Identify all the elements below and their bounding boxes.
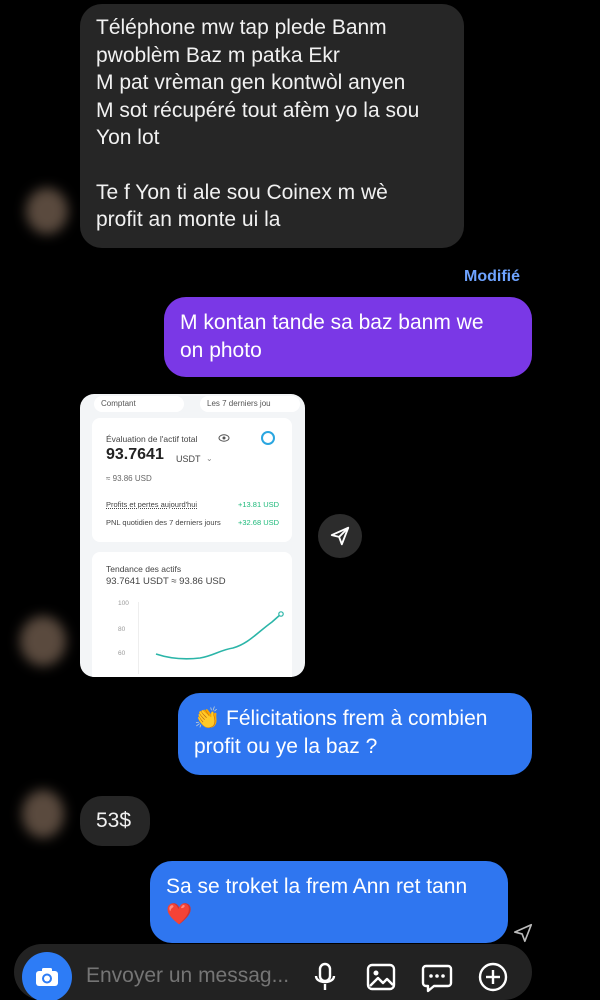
y-tick: 60 (118, 650, 126, 657)
incoming-message[interactable]: Téléphone mw tap plede Banm pwoblèm Baz … (80, 4, 464, 248)
y-tick: 100 (118, 600, 129, 607)
message-line: Yon lot (96, 126, 160, 149)
trend-card: Tendance des actifs 93.7641 USDT ≈ 93.86… (92, 552, 292, 677)
outgoing-message[interactable]: Sa se troket la frem Ann ret tann ❤️ (150, 861, 508, 943)
tab-comptant: Comptant (94, 396, 184, 412)
camera-icon (36, 968, 58, 986)
message-line: Sa se troket la frem Ann ret tann (166, 875, 468, 898)
gallery-icon[interactable] (364, 960, 398, 994)
microphone-icon[interactable] (308, 960, 342, 994)
eval-label: Évaluation de l'actif total (106, 434, 198, 444)
contact-avatar (22, 790, 64, 838)
outgoing-message[interactable]: M kontan tande sa baz banm we on photo (164, 297, 532, 377)
message-line: profit ou ye la baz ? (194, 734, 378, 758)
message-text: 53$ (96, 809, 132, 832)
coin-logo-icon (261, 431, 275, 445)
shared-screenshot-image[interactable]: Comptant Les 7 derniers jou Évaluation d… (80, 394, 305, 677)
contact-avatar (26, 188, 68, 234)
currency-label: USDT (176, 454, 201, 464)
message-line: M pat vrèman gen kontwòl anyen (96, 71, 406, 94)
heart-emoji: ❤️ (166, 902, 193, 926)
add-circle-icon[interactable] (476, 960, 510, 994)
clap-emoji: 👏 (194, 707, 221, 730)
incoming-message[interactable]: 53$ (80, 796, 150, 846)
pnl-today-value: +13.81 USD (238, 500, 280, 509)
tab-period: Les 7 derniers jou (200, 396, 300, 412)
send-icon (330, 526, 350, 546)
asset-card: Évaluation de l'actif total 93.7641 USDT… (92, 418, 292, 542)
camera-button[interactable] (22, 952, 72, 1000)
chat-sticker-icon[interactable] (420, 960, 454, 994)
message-line: Téléphone mw tap plede Banm (96, 16, 387, 39)
message-line: pwoblèm Baz m patka Ekr (96, 43, 340, 67)
message-input[interactable] (86, 964, 306, 988)
sent-status-icon (513, 923, 533, 943)
eye-icon (218, 434, 230, 442)
pnl-7d-value: +32.68 USD (238, 518, 280, 527)
trend-value: 93.7641 USDT ≈ 93.86 USD (106, 576, 226, 587)
edited-label: Modifié (464, 268, 520, 285)
usd-equivalent: ≈ 93.86 USD (106, 474, 152, 483)
message-line: 👏 Félicitations frem à combien (194, 707, 488, 730)
outgoing-message[interactable]: 👏 Félicitations frem à combien profit ou… (178, 693, 532, 775)
chevron-down-icon: ⌄ (206, 454, 213, 463)
pnl-today-label: Profits et pertes aujourd'hui (106, 500, 198, 509)
trend-title: Tendance des actifs (106, 564, 182, 574)
y-tick: 80 (118, 626, 126, 633)
message-line: on photo (180, 338, 262, 362)
share-button[interactable] (318, 514, 362, 558)
balance-value: 93.7641 (106, 446, 164, 463)
message-line: M kontan tande sa baz banm we (180, 311, 484, 334)
screenshot-topbar: Comptant Les 7 derniers jou (80, 394, 305, 414)
contact-avatar (20, 616, 66, 666)
message-line: M sot récupéré tout afèm yo la sou (96, 98, 420, 122)
message-line: Te f Yon ti ale sou Coinex m wè (96, 180, 388, 204)
message-line: profit an monte ui la (96, 208, 281, 231)
trend-line-chart (138, 602, 284, 674)
pnl-7d-label: PNL quotidien des 7 derniers jours (106, 518, 221, 527)
